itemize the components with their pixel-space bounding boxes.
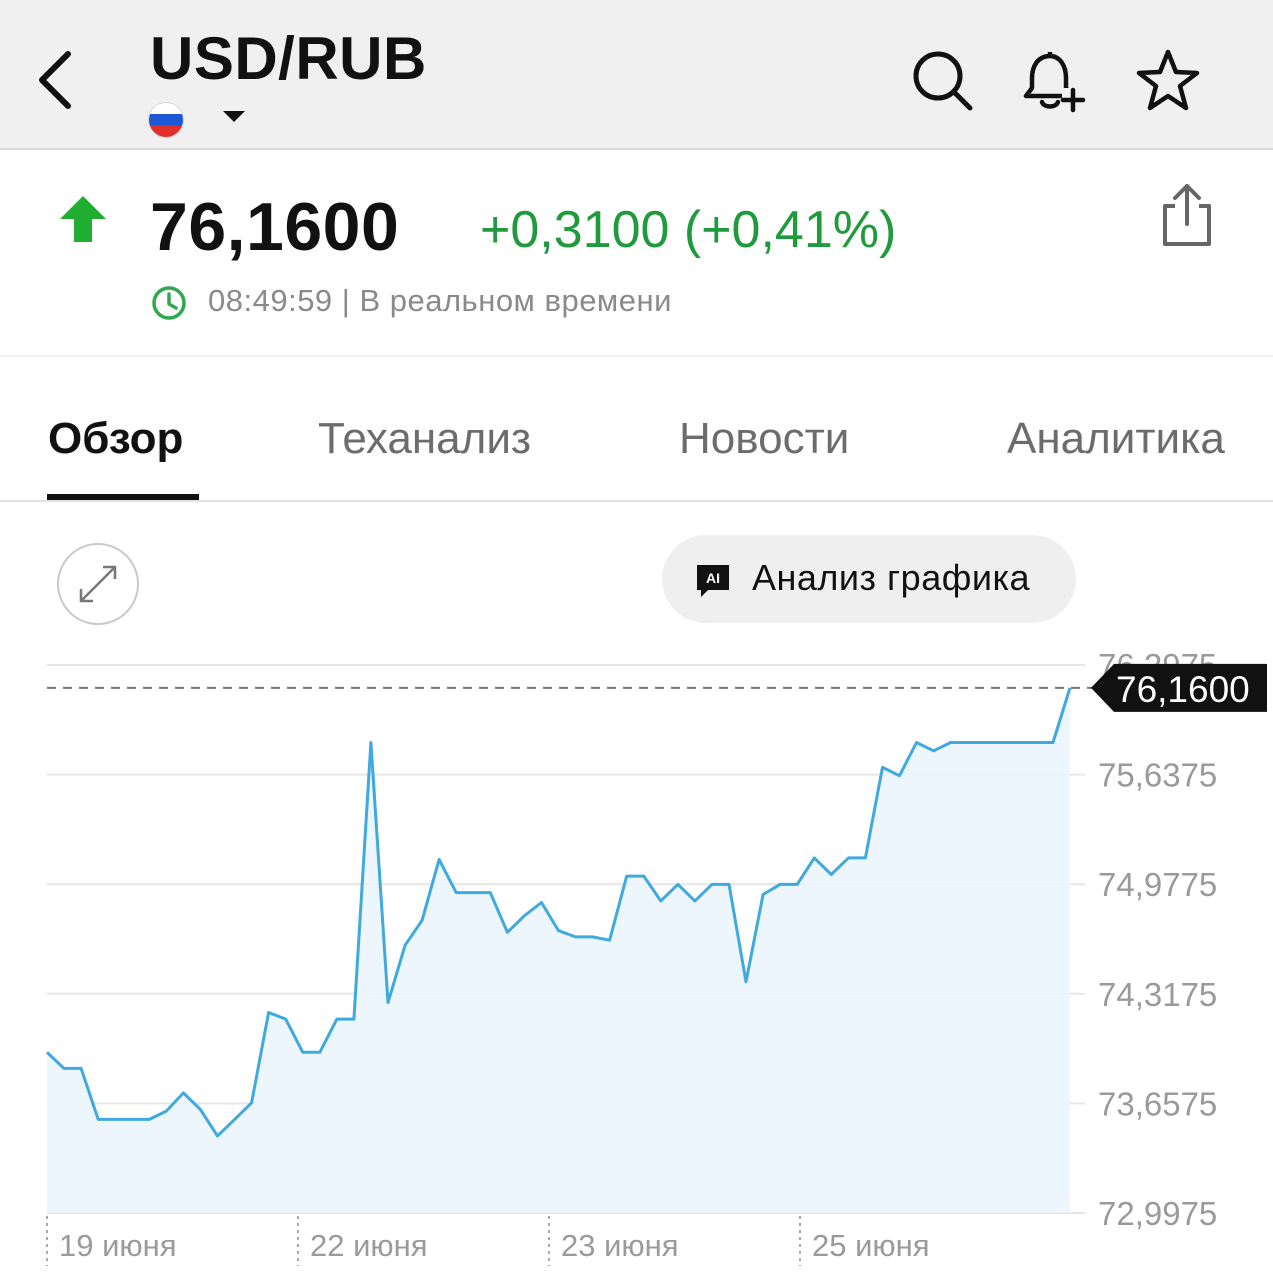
chevron-left-icon[interactable] xyxy=(30,48,86,112)
x-tick-label: 25 июня xyxy=(812,1228,930,1263)
ai-badge-text: AI xyxy=(706,570,720,586)
star-outline-icon[interactable] xyxy=(1135,48,1201,114)
y-tick-label: 74,3175 xyxy=(1098,976,1217,1013)
clock-icon xyxy=(152,286,186,320)
x-tick-label: 19 июня xyxy=(59,1228,177,1263)
chart-analysis-label: Анализ графика xyxy=(752,557,1031,598)
current-price-label: 76,1600 xyxy=(1116,669,1250,710)
search-icon[interactable] xyxy=(910,48,976,114)
y-tick-label: 73,6575 xyxy=(1098,1085,1217,1122)
tab-bar: Обзор Теханализ Новости Аналитика xyxy=(0,356,1273,502)
tab-overview[interactable]: Обзор xyxy=(48,414,183,464)
page-title: USD/RUB xyxy=(150,25,427,92)
bell-plus-icon[interactable] xyxy=(1020,48,1086,114)
up-arrow-icon xyxy=(60,196,106,242)
expand-button[interactable] xyxy=(57,543,139,625)
share-icon[interactable] xyxy=(1155,182,1219,248)
top-bar: USD/RUB xyxy=(0,0,1273,150)
x-tick-label: 22 июня xyxy=(310,1228,428,1263)
y-tick-label: 72,9975 xyxy=(1098,1195,1217,1232)
active-tab-indicator xyxy=(47,494,199,500)
expand-icon xyxy=(79,565,117,603)
tab-news[interactable]: Новости xyxy=(679,414,849,464)
chevron-down-icon[interactable] xyxy=(223,111,245,122)
russia-flag-icon xyxy=(149,103,183,137)
last-update-time: 08:49:59 | В реальном времени xyxy=(208,283,672,318)
x-tick-label: 23 июня xyxy=(561,1228,679,1263)
tab-analytics[interactable]: Аналитика xyxy=(1007,414,1225,464)
chart-analysis-button[interactable]: AI Анализ графика xyxy=(662,535,1076,623)
price-change: +0,3100 (+0,41%) xyxy=(480,201,897,259)
y-tick-label: 75,6375 xyxy=(1098,757,1217,794)
price-area xyxy=(47,687,1070,1213)
price-chart[interactable]: 76,297575,637574,977574,317573,657572,99… xyxy=(0,630,1273,1280)
ai-chat-icon: AI xyxy=(697,565,729,597)
y-tick-label: 74,9775 xyxy=(1098,866,1217,903)
tab-technical-analysis[interactable]: Теханализ xyxy=(318,414,531,464)
current-price: 76,1600 xyxy=(150,189,400,265)
